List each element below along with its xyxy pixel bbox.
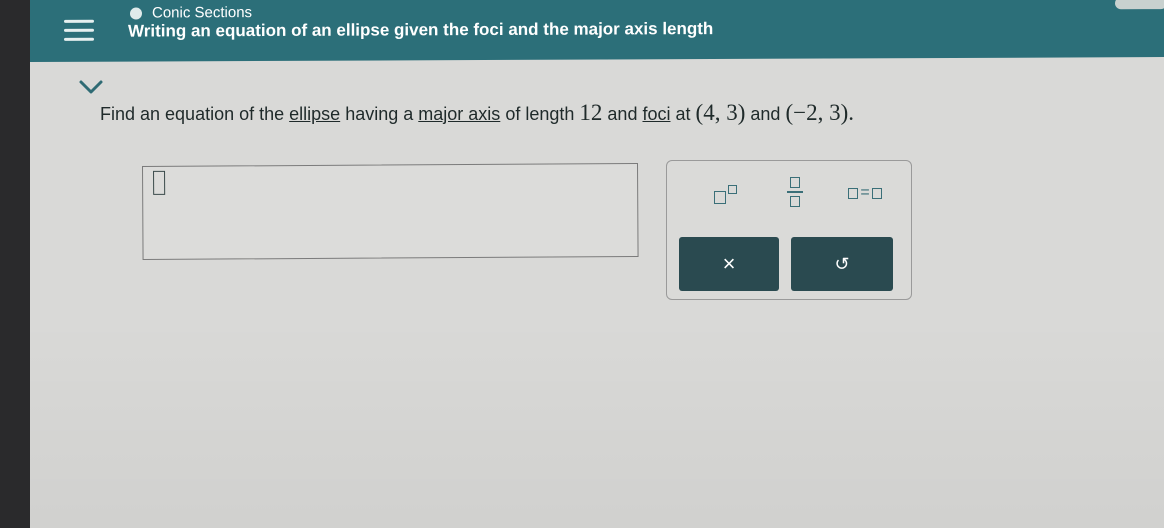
question-segment: and	[607, 104, 638, 124]
topic-row: Conic Sections	[130, 4, 252, 22]
menu-icon[interactable]	[60, 14, 100, 46]
clear-button[interactable]: ×	[679, 237, 779, 291]
question-segment: of length	[505, 104, 575, 124]
undo-button[interactable]: ↺	[791, 237, 893, 291]
focus-point-1: (4, 3)	[695, 100, 746, 125]
superscript-key[interactable]	[697, 175, 753, 211]
fraction-key[interactable]	[775, 171, 815, 213]
input-cursor	[153, 170, 166, 195]
question-segment: at	[675, 104, 691, 124]
topic-status-icon	[130, 7, 142, 20]
question-text: Find an equation of the ellipse having a…	[100, 100, 854, 126]
undo-icon: ↺	[834, 253, 850, 274]
answer-input[interactable]	[142, 162, 639, 260]
progress-indicator	[1115, 0, 1164, 10]
equation-key[interactable]: =	[833, 175, 897, 211]
chevron-down-icon[interactable]	[78, 76, 104, 98]
topic-label: Conic Sections	[152, 4, 253, 22]
screen-glare	[30, 320, 1164, 528]
ellipse-link[interactable]: ellipse	[289, 104, 340, 124]
header-bar: Conic Sections Writing an equation of an…	[30, 0, 1164, 63]
screen: Conic Sections Writing an equation of an…	[30, 0, 1164, 528]
foci-link[interactable]: foci	[642, 104, 670, 124]
axis-length-value: 12	[579, 100, 603, 125]
equals-sign: =	[860, 184, 870, 201]
major-axis-link[interactable]: major axis	[418, 104, 500, 124]
question-segment: having a	[345, 104, 414, 124]
question-segment: Find an equation of the	[100, 104, 285, 124]
question-segment: and	[750, 104, 781, 124]
page-title: Writing an equation of an ellipse given …	[128, 19, 714, 41]
close-icon: ×	[722, 251, 736, 276]
math-keypad: = × ↺	[666, 160, 912, 300]
focus-point-2: (−2, 3).	[785, 100, 854, 125]
